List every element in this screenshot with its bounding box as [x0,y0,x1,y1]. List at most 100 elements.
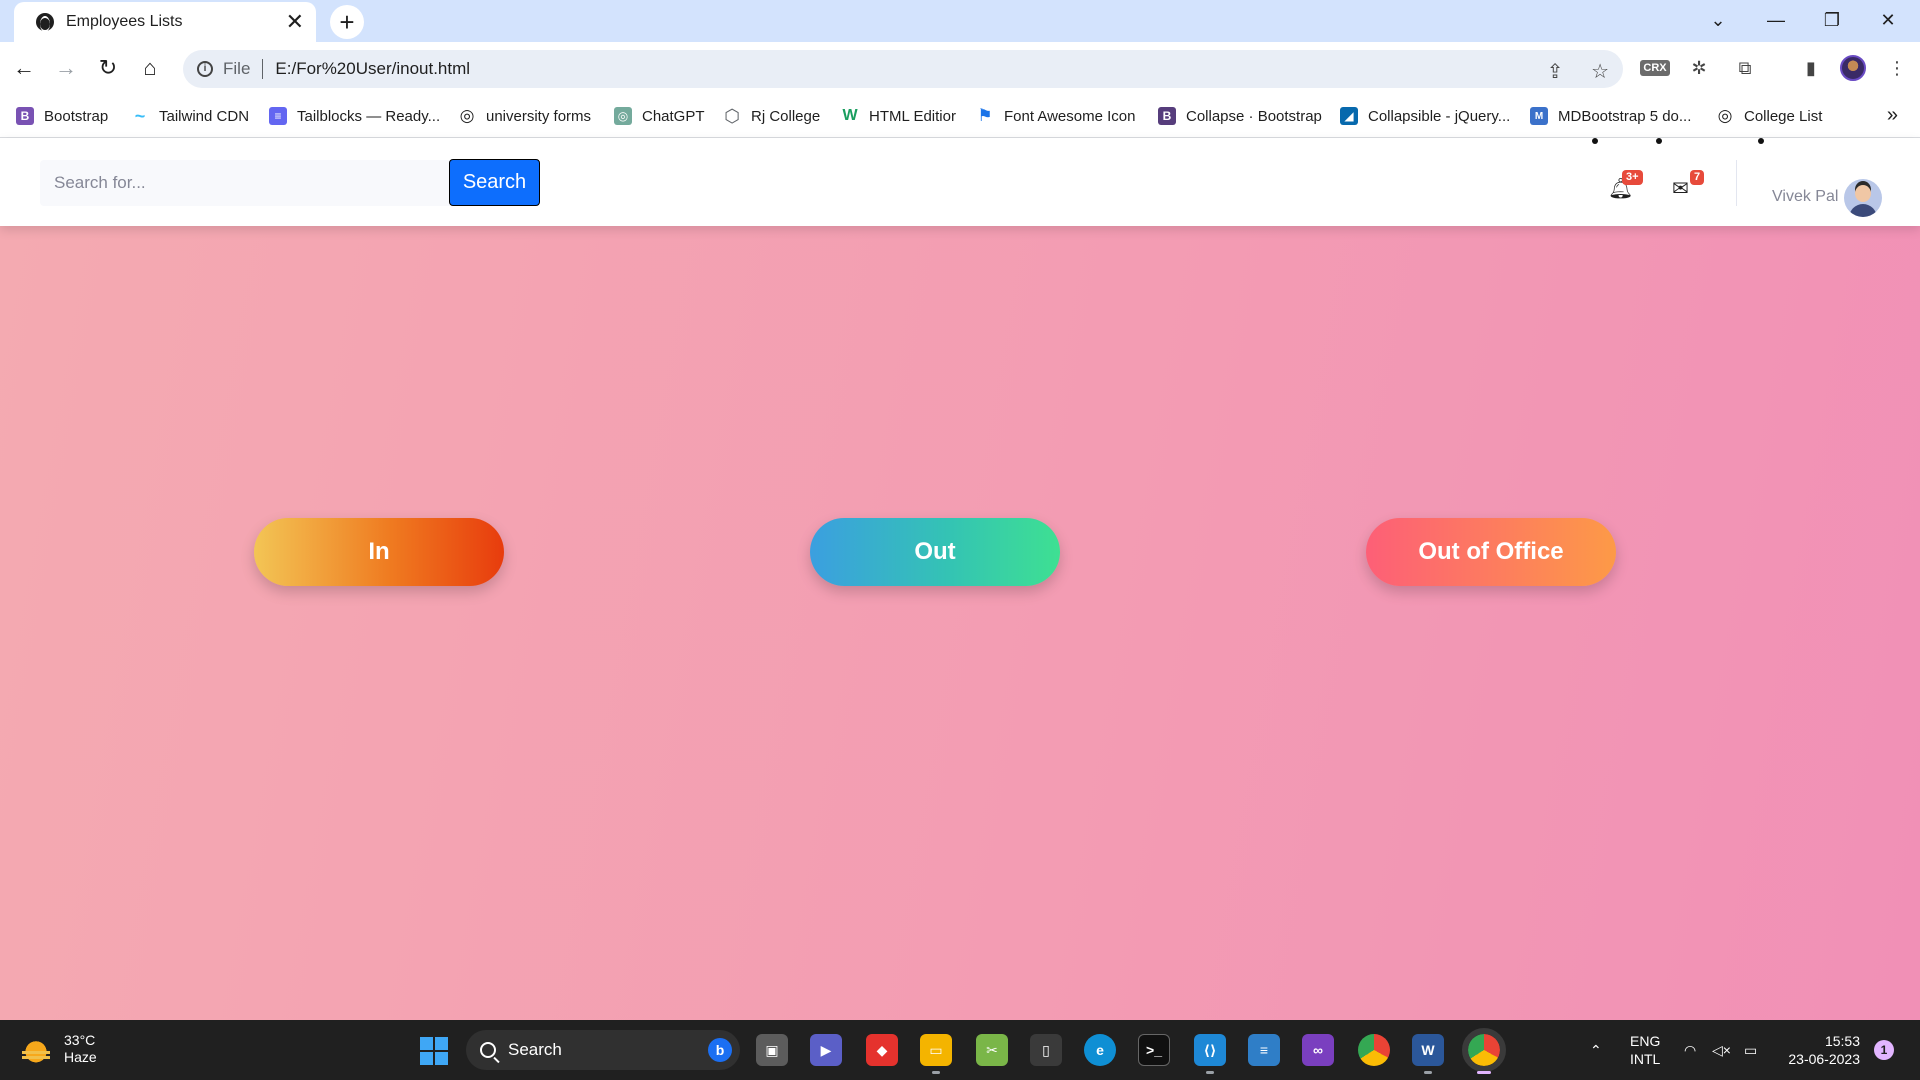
taskbar-search[interactable]: Search b [466,1030,740,1070]
address-bar[interactable]: i File E:/For%20User/inout.html ⇪ ☆ [183,50,1623,88]
tab-search-chevron-icon[interactable]: ⌄ [1690,0,1746,40]
tab-title: Employees Lists [66,13,183,30]
openai-icon: ◎ [1717,106,1733,125]
bookmarks-bar: B Bootstrap ~ Tailwind CDN ≡ Tailblocks … [0,94,1920,138]
bookmark-item[interactable]: M MDBootstrap 5 do... [1530,104,1691,128]
extensions-puzzle-icon[interactable]: ⧉ [1730,53,1760,83]
bookmark-label: MDBootstrap 5 do... [1558,107,1692,125]
topbar: Search 🔔︎ 3+ ✉ 7 Vivek Pal [0,138,1920,226]
alerts-dropdown[interactable]: 🔔︎ 3+ [1608,170,1643,200]
bookmark-label: Font Awesome Icon [1004,107,1136,125]
share-icon[interactable]: ⇪ [1547,61,1564,83]
dot-marker [1656,138,1662,144]
dot-marker [1758,138,1764,144]
taskbar-search-label: Search [508,1040,562,1059]
in-button[interactable]: In [254,518,504,586]
topbar-divider [1736,160,1737,206]
bookmark-item[interactable]: ≡ Tailblocks — Ready... [269,104,440,128]
jquery-icon: ◢ [1340,107,1358,125]
search-input[interactable] [40,160,450,206]
bookmark-item[interactable]: ◎ ChatGPT [614,104,705,128]
bootstrap-icon: B [16,107,34,125]
system-clock[interactable]: 15:53 23-06-2023 [1780,1032,1860,1068]
windows-taskbar: 33°C Haze Search b ▣ ▶ ◆ ▭ ✂ ▯ e >_ ⟨⟩ ≡… [0,1020,1920,1080]
tailwind-icon: ~ [134,105,146,126]
edge-icon[interactable]: e [1084,1034,1116,1066]
hexagon-icon: ⬡ [724,105,740,126]
windows-start-icon[interactable] [420,1037,448,1065]
back-arrow-icon[interactable]: ← [8,52,40,84]
bing-icon[interactable]: b [708,1038,732,1062]
language-code: ENG [1630,1033,1661,1049]
forward-arrow-icon[interactable]: → [50,52,82,84]
task-view-icon[interactable]: ▣ [756,1034,788,1066]
chrome-active-icon[interactable] [1462,1028,1506,1074]
user-avatar[interactable] [1844,179,1882,217]
messages-dropdown[interactable]: ✉ 7 [1672,170,1706,200]
show-hidden-icons-chevron[interactable]: ⌃ [1590,1020,1602,1080]
toolbar: ← → ↻ ⌂ i File E:/For%20User/inout.html … [0,42,1920,94]
address-url[interactable]: E:/For%20User/inout.html [275,59,470,79]
side-panel-icon[interactable]: ▮ [1796,53,1826,83]
minimize-button[interactable]: — [1748,0,1804,40]
profile-avatar[interactable] [1838,53,1868,83]
notification-badge[interactable]: 1 [1874,1040,1894,1060]
site-info-icon[interactable]: i [197,61,213,77]
notepad-icon[interactable]: ≡ [1248,1034,1280,1066]
vscode-icon[interactable]: ⟨⟩ [1194,1034,1226,1074]
browser-tab[interactable]: Employees Lists ✕ [14,2,316,42]
terminal-icon[interactable]: >_ [1138,1034,1170,1066]
new-tab-button[interactable]: + [330,5,364,39]
bookmark-label: Rj College [751,107,821,125]
restore-button[interactable]: ❐ [1804,0,1860,40]
visual-studio-icon[interactable]: ∞ [1302,1034,1334,1066]
tab-close-button[interactable]: ✕ [286,11,304,33]
bookmark-item[interactable]: W HTML Editior [841,104,956,128]
bookmark-item[interactable]: B Bootstrap [16,104,108,128]
bookmark-item[interactable]: ⚑ Font Awesome Icon [976,104,1135,128]
bookmarks-overflow-button[interactable]: » [1887,104,1898,127]
reload-icon[interactable]: ↻ [92,52,124,84]
home-icon[interactable]: ⌂ [134,52,166,84]
browser-menu-icon[interactable]: ⋮ [1882,53,1912,83]
browser-tab-strip: Employees Lists ✕ + ⌄ — ❐ ✕ [0,0,1920,42]
word-icon[interactable]: W [1412,1034,1444,1074]
phone-link-icon[interactable]: ▯ [1030,1034,1062,1066]
bookmark-label: Collapse · Bootstrap [1186,107,1322,125]
input-language[interactable]: ENG INTL [1630,1032,1660,1068]
weather-widget[interactable]: 33°C Haze [20,1032,97,1066]
wifi-icon[interactable]: ◠ [1684,1020,1696,1080]
user-name[interactable]: Vivek Pal [1772,188,1838,206]
chrome-icon[interactable] [1358,1034,1390,1066]
speaker-muted-icon[interactable]: ◁× [1712,1020,1731,1080]
bookmark-label: university forms [486,107,592,125]
battery-icon[interactable]: ▭ [1744,1020,1757,1080]
mdb-icon: M [1530,107,1548,125]
bookmark-star-icon[interactable]: ☆ [1591,61,1609,83]
bookmark-item[interactable]: ⬡ Rj College [723,104,820,128]
bookmark-label: Bootstrap [44,107,109,125]
bookmark-item[interactable]: ◎ College List [1716,104,1823,128]
bookmark-label: Collapsible - jQuery... [1368,107,1511,125]
out-of-office-button[interactable]: Out of Office [1366,518,1616,586]
file-explorer-icon[interactable]: ▭ [920,1034,952,1074]
crx-extension-icon[interactable]: CRX [1640,53,1670,83]
teams-chat-icon[interactable]: ▶ [810,1034,842,1066]
messages-badge: 7 [1690,170,1705,185]
anydesk-icon[interactable]: ◆ [866,1034,898,1066]
bookmark-item[interactable]: ◎ university forms [458,104,591,128]
snipping-tool-icon[interactable]: ✂ [976,1034,1008,1066]
search-button[interactable]: Search [449,159,540,206]
bookmark-item[interactable]: ◢ Collapsible - jQuery... [1340,104,1510,128]
out-button[interactable]: Out [810,518,1060,586]
close-window-button[interactable]: ✕ [1860,0,1916,40]
temperature: 33°C [64,1032,96,1048]
dot-marker [1592,138,1598,144]
bookmark-label: Tailblocks — Ready... [297,107,441,125]
weather-condition: Haze [64,1049,97,1065]
tailblocks-icon: ≡ [269,107,287,125]
bug-extension-icon[interactable]: ✲ [1684,53,1714,83]
address-scheme: File [223,59,251,78]
bookmark-item[interactable]: ~ Tailwind CDN [131,104,249,128]
bookmark-item[interactable]: B Collapse · Bootstrap [1158,104,1322,128]
